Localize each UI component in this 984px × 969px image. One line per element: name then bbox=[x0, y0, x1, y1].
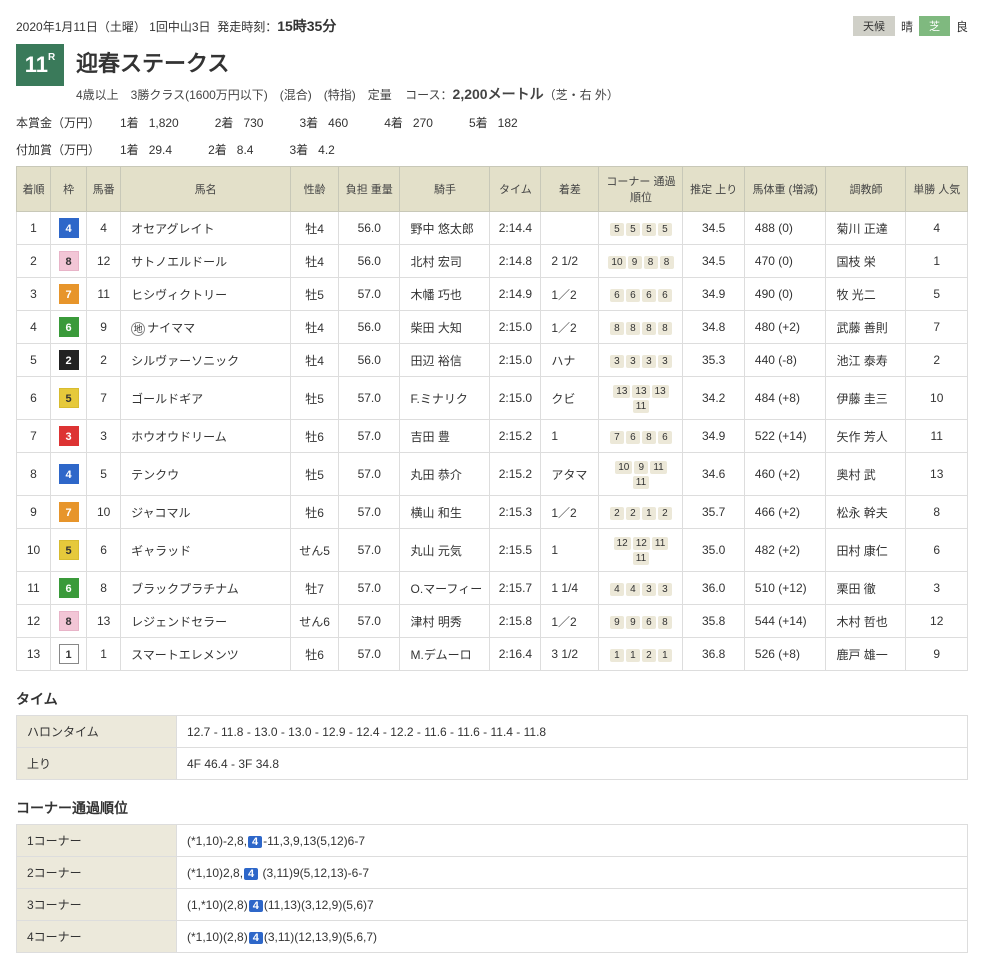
col-sex: 性齢 bbox=[291, 167, 339, 212]
waku-badge: 6 bbox=[59, 317, 79, 337]
waku-badge: 1 bbox=[59, 644, 79, 664]
corner-row: 4コーナー(*1,10)(2,8)4(3,11)(12,13,9)(5,6,7) bbox=[17, 921, 968, 953]
col-pos: 着順 bbox=[17, 167, 51, 212]
prize-main-row: 本賞金（万円） 1着 1,820 2着 730 3着 460 4着 270 5着… bbox=[16, 114, 968, 131]
col-agari: 推定 上り bbox=[683, 167, 744, 212]
race-condition: 4歳以上 3勝クラス(1600万円以下) (混合) (特指) 定量 コース：2,… bbox=[76, 84, 968, 104]
waku-badge: 2 bbox=[59, 350, 79, 370]
winner-inline: 4 bbox=[249, 900, 263, 912]
race-number-badge: 11R bbox=[16, 44, 64, 86]
waku-badge: 5 bbox=[59, 388, 79, 408]
col-jockey: 騎手 bbox=[400, 167, 490, 212]
waku-badge: 5 bbox=[59, 540, 79, 560]
col-wt: 負担 重量 bbox=[339, 167, 400, 212]
waku-badge: 6 bbox=[59, 578, 79, 598]
waku-badge: 8 bbox=[59, 611, 79, 631]
col-pop: 単勝 人気 bbox=[906, 167, 968, 212]
starttime: 15時35分 bbox=[277, 18, 336, 34]
furlong-value: 12.7 - 11.8 - 13.0 - 13.0 - 12.9 - 12.4 … bbox=[177, 716, 968, 748]
corner-table: 1コーナー(*1,10)-2,8,4-11,3,9,13(5,12)6-72コー… bbox=[16, 824, 968, 953]
col-corner: コーナー 通過順位 bbox=[599, 167, 683, 212]
winner-inline: 4 bbox=[248, 836, 262, 848]
turf-label: 芝 bbox=[919, 16, 950, 36]
race-number: 11 bbox=[25, 52, 48, 77]
table-row: 522シルヴァーソニック牡456.0田辺 裕信2:15.0ハナ333335.34… bbox=[17, 344, 968, 377]
corner-row: 3コーナー(1,*10)(2,8)4(11,13)(3,12,9)(5,6)7 bbox=[17, 889, 968, 921]
table-row: 845テンクウ牡557.0丸田 恭介2:15.2アタマ109111134.646… bbox=[17, 453, 968, 496]
col-horse: 馬名 bbox=[121, 167, 291, 212]
waku-badge: 4 bbox=[59, 464, 79, 484]
turf-value: 良 bbox=[956, 18, 968, 35]
jimoto-icon: 地 bbox=[131, 322, 145, 336]
agari-label: 上り bbox=[17, 748, 177, 780]
time-table: ハロンタイム 12.7 - 11.8 - 13.0 - 13.0 - 12.9 … bbox=[16, 715, 968, 780]
weather-label: 天候 bbox=[853, 16, 895, 36]
race-header: 11R 迎春ステークス 4歳以上 3勝クラス(1600万円以下) (混合) (特… bbox=[16, 44, 968, 104]
agari-value: 4F 46.4 - 3F 34.8 bbox=[177, 748, 968, 780]
prize-add-row: 付加賞（万円） 1着 29.4 2着 8.4 3着 4.2 bbox=[16, 141, 968, 158]
results-head: 着順 枠 馬番 馬名 性齢 負担 重量 騎手 タイム 着差 コーナー 通過順位 … bbox=[17, 167, 968, 212]
race-name: 迎春ステークス bbox=[76, 46, 968, 78]
table-row: 144オセアグレイト牡456.0野中 悠太郎2:14.4555534.5488 … bbox=[17, 212, 968, 245]
winner-inline: 4 bbox=[249, 932, 263, 944]
table-row: 2812サトノエルドール牡456.0北村 宏司2:14.82 1/2109883… bbox=[17, 245, 968, 278]
table-row: 1168ブラックプラチナム牡757.0O.マーフィー2:15.71 1/4443… bbox=[17, 572, 968, 605]
results-table: 着順 枠 馬番 馬名 性齢 負担 重量 騎手 タイム 着差 コーナー 通過順位 … bbox=[16, 166, 968, 671]
corner-row: 2コーナー(*1,10)2,8,4 (3,11)9(5,12,13)-6-7 bbox=[17, 857, 968, 889]
table-row: 12813レジェンドセラーせん657.0津村 明秀2:15.81／2996835… bbox=[17, 605, 968, 638]
furlong-label: ハロンタイム bbox=[17, 716, 177, 748]
corner-row: 1コーナー(*1,10)-2,8,4-11,3,9,13(5,12)6-7 bbox=[17, 825, 968, 857]
col-time: タイム bbox=[490, 167, 541, 212]
table-row: 469地ナイママ牡456.0柴田 大知2:15.01／2888834.8480 … bbox=[17, 311, 968, 344]
table-row: 1311スマートエレメンツ牡657.0M.デムーロ2:16.43 1/21121… bbox=[17, 638, 968, 671]
corner-section-title: コーナー通過順位 bbox=[16, 798, 968, 818]
time-section-title: タイム bbox=[16, 689, 968, 709]
meta-row: 2020年1月11日（土曜） 1回中山3日 発走時刻：15時35分 天候 晴 芝… bbox=[16, 16, 968, 36]
waku-badge: 3 bbox=[59, 426, 79, 446]
table-row: 3711ヒシヴィクトリー牡557.0木幡 巧也2:14.91／2666634.9… bbox=[17, 278, 968, 311]
date-meet: 2020年1月11日（土曜） 1回中山3日 bbox=[16, 20, 211, 34]
col-trainer: 調教師 bbox=[826, 167, 906, 212]
waku-badge: 8 bbox=[59, 251, 79, 271]
col-diff: 着差 bbox=[541, 167, 599, 212]
waku-badge: 7 bbox=[59, 284, 79, 304]
table-row: 733ホウオウドリーム牡657.0吉田 豊2:15.21768634.9522 … bbox=[17, 420, 968, 453]
waku-badge: 7 bbox=[59, 502, 79, 522]
table-row: 9710ジャコマル牡657.0横山 和生2:15.31／2221235.7466… bbox=[17, 496, 968, 529]
starttime-label: 発走時刻： bbox=[217, 20, 277, 34]
table-row: 1056ギャラッドせん557.0丸山 元気2:15.511212111135.0… bbox=[17, 529, 968, 572]
winner-inline: 4 bbox=[244, 868, 258, 880]
table-row: 657ゴールドギア牡557.0F.ミナリク2:15.0クビ1313131134.… bbox=[17, 377, 968, 420]
results-body: 144オセアグレイト牡456.0野中 悠太郎2:14.4555534.5488 … bbox=[17, 212, 968, 671]
col-waku: 枠 bbox=[50, 167, 86, 212]
weather-value: 晴 bbox=[901, 18, 913, 35]
race-r-suffix: R bbox=[48, 52, 55, 63]
col-bodywt: 馬体重 (増減) bbox=[744, 167, 826, 212]
waku-badge: 4 bbox=[59, 218, 79, 238]
col-num: 馬番 bbox=[87, 167, 121, 212]
